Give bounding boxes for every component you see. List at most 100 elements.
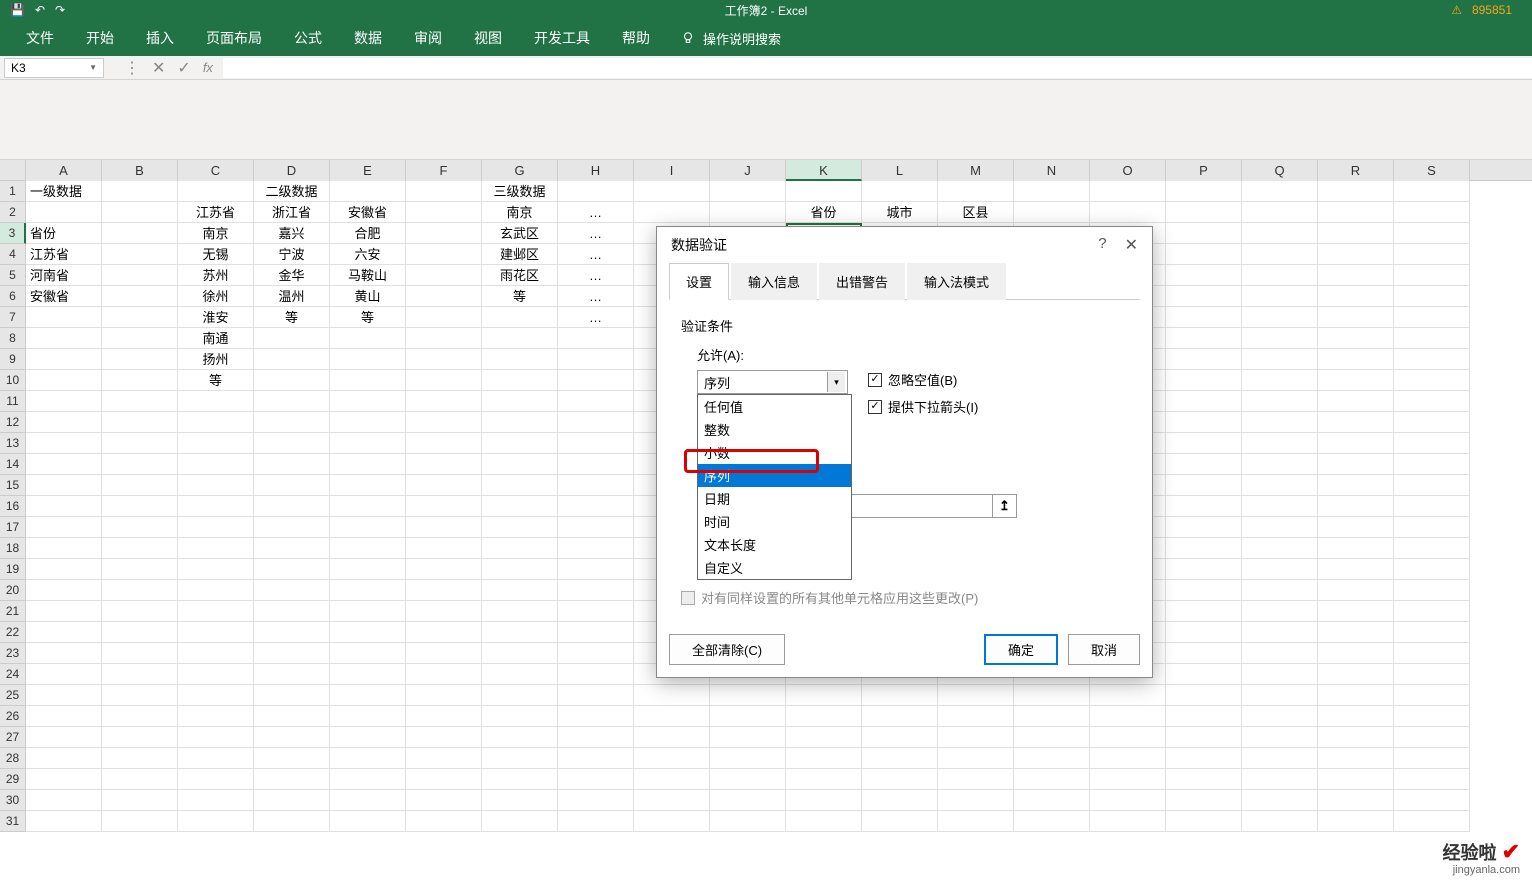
cell-L25[interactable]	[862, 685, 938, 706]
cell-R29[interactable]	[1318, 769, 1394, 790]
cell-P3[interactable]	[1166, 223, 1242, 244]
cell-P23[interactable]	[1166, 643, 1242, 664]
cell-I1[interactable]	[634, 181, 710, 202]
cell-A11[interactable]	[26, 391, 102, 412]
cell-F6[interactable]	[406, 286, 482, 307]
cell-M1[interactable]	[938, 181, 1014, 202]
cell-H21[interactable]	[558, 601, 634, 622]
cell-I31[interactable]	[634, 811, 710, 832]
cell-H19[interactable]	[558, 559, 634, 580]
cell-P21[interactable]	[1166, 601, 1242, 622]
cell-Q14[interactable]	[1242, 454, 1318, 475]
cell-C31[interactable]	[178, 811, 254, 832]
cell-C13[interactable]	[178, 433, 254, 454]
cell-G14[interactable]	[482, 454, 558, 475]
cell-S22[interactable]	[1394, 622, 1470, 643]
cell-F30[interactable]	[406, 790, 482, 811]
cell-P2[interactable]	[1166, 202, 1242, 223]
dropdown-option-date[interactable]: 日期	[698, 487, 851, 510]
cell-H28[interactable]	[558, 748, 634, 769]
cell-F19[interactable]	[406, 559, 482, 580]
cell-K31[interactable]	[786, 811, 862, 832]
row-header-23[interactable]: 23	[0, 643, 26, 664]
ribbon-tab-review[interactable]: 审阅	[398, 20, 458, 56]
cell-J26[interactable]	[710, 706, 786, 727]
cell-H29[interactable]	[558, 769, 634, 790]
col-header-H[interactable]: H	[558, 160, 634, 181]
cell-S8[interactable]	[1394, 328, 1470, 349]
cell-B25[interactable]	[102, 685, 178, 706]
ribbon-tab-formulas[interactable]: 公式	[278, 20, 338, 56]
cell-H7[interactable]: …	[558, 307, 634, 328]
cell-E22[interactable]	[330, 622, 406, 643]
col-header-F[interactable]: F	[406, 160, 482, 181]
cell-H16[interactable]	[558, 496, 634, 517]
cell-P22[interactable]	[1166, 622, 1242, 643]
cell-S28[interactable]	[1394, 748, 1470, 769]
cell-G16[interactable]	[482, 496, 558, 517]
cell-C23[interactable]	[178, 643, 254, 664]
col-header-A[interactable]: A	[26, 160, 102, 181]
cell-P26[interactable]	[1166, 706, 1242, 727]
cell-D9[interactable]	[254, 349, 330, 370]
cell-L28[interactable]	[862, 748, 938, 769]
cell-I25[interactable]	[634, 685, 710, 706]
cell-F5[interactable]	[406, 265, 482, 286]
cell-A4[interactable]: 江苏省	[26, 244, 102, 265]
cell-R16[interactable]	[1318, 496, 1394, 517]
cell-I30[interactable]	[634, 790, 710, 811]
cell-C26[interactable]	[178, 706, 254, 727]
cell-A16[interactable]	[26, 496, 102, 517]
cell-B4[interactable]	[102, 244, 178, 265]
col-header-K[interactable]: K	[786, 160, 862, 181]
cell-K1[interactable]	[786, 181, 862, 202]
cell-F14[interactable]	[406, 454, 482, 475]
cell-J2[interactable]	[710, 202, 786, 223]
cell-P11[interactable]	[1166, 391, 1242, 412]
cell-A27[interactable]	[26, 727, 102, 748]
cell-C20[interactable]	[178, 580, 254, 601]
row-header-14[interactable]: 14	[0, 454, 26, 475]
cell-G26[interactable]	[482, 706, 558, 727]
cell-S20[interactable]	[1394, 580, 1470, 601]
col-header-B[interactable]: B	[102, 160, 178, 181]
cell-B30[interactable]	[102, 790, 178, 811]
cell-R14[interactable]	[1318, 454, 1394, 475]
cell-E15[interactable]	[330, 475, 406, 496]
cell-S7[interactable]	[1394, 307, 1470, 328]
cell-B6[interactable]	[102, 286, 178, 307]
cell-J30[interactable]	[710, 790, 786, 811]
row-header-11[interactable]: 11	[0, 391, 26, 412]
row-header-12[interactable]: 12	[0, 412, 26, 433]
cell-A31[interactable]	[26, 811, 102, 832]
cell-S29[interactable]	[1394, 769, 1470, 790]
cell-B5[interactable]	[102, 265, 178, 286]
cell-N29[interactable]	[1014, 769, 1090, 790]
cell-G1[interactable]: 三级数据	[482, 181, 558, 202]
row-header-19[interactable]: 19	[0, 559, 26, 580]
cell-F31[interactable]	[406, 811, 482, 832]
cell-C21[interactable]	[178, 601, 254, 622]
cell-Q1[interactable]	[1242, 181, 1318, 202]
cell-C24[interactable]	[178, 664, 254, 685]
cell-B31[interactable]	[102, 811, 178, 832]
cell-D1[interactable]: 二级数据	[254, 181, 330, 202]
cell-M27[interactable]	[938, 727, 1014, 748]
cell-D15[interactable]	[254, 475, 330, 496]
cell-S10[interactable]	[1394, 370, 1470, 391]
cell-R27[interactable]	[1318, 727, 1394, 748]
row-header-5[interactable]: 5	[0, 265, 26, 286]
cell-F23[interactable]	[406, 643, 482, 664]
row-header-16[interactable]: 16	[0, 496, 26, 517]
cell-F16[interactable]	[406, 496, 482, 517]
cell-E21[interactable]	[330, 601, 406, 622]
cell-D10[interactable]	[254, 370, 330, 391]
cell-B16[interactable]	[102, 496, 178, 517]
col-header-Q[interactable]: Q	[1242, 160, 1318, 181]
cell-C10[interactable]: 等	[178, 370, 254, 391]
cell-N27[interactable]	[1014, 727, 1090, 748]
cell-G5[interactable]: 雨花区	[482, 265, 558, 286]
cell-H22[interactable]	[558, 622, 634, 643]
cell-C27[interactable]	[178, 727, 254, 748]
cell-E16[interactable]	[330, 496, 406, 517]
